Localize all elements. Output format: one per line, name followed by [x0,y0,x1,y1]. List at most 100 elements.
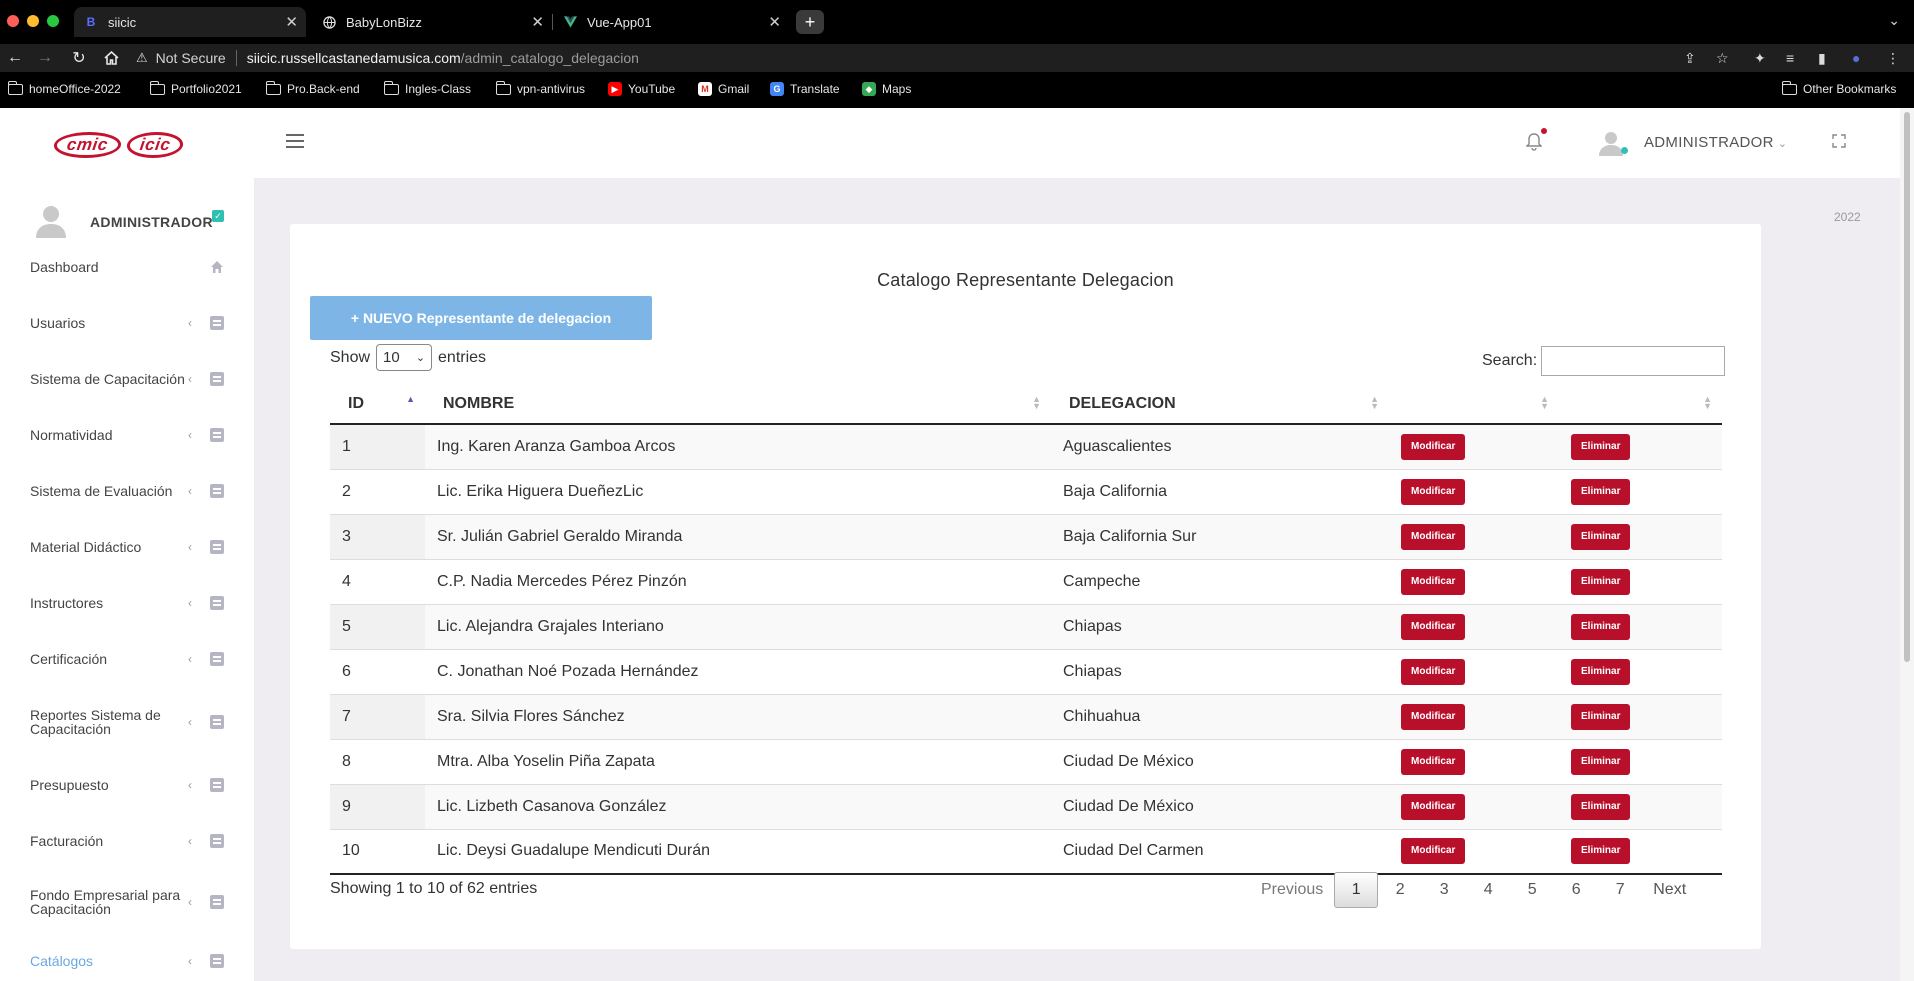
sidebar-item[interactable]: Dashboard [30,260,224,274]
star-icon[interactable]: ☆ [1716,50,1729,67]
extensions-icon[interactable]: ✦ [1754,50,1766,67]
fullscreen-icon[interactable] [1832,134,1846,148]
menu-icon[interactable]: ⋮ [1886,50,1900,67]
sidebar-item[interactable]: Instructores ‹ [30,596,224,610]
modify-button[interactable]: Modificar [1401,793,1466,820]
sidepanel-icon[interactable]: ▮ [1818,50,1826,67]
modify-button[interactable]: Modificar [1401,658,1466,685]
cmic-icic-logo[interactable]: cmic icic [52,132,185,158]
sidebar-item[interactable]: Presupuesto ‹ [30,778,224,792]
sidebar-item[interactable]: Sistema de Evaluación ‹ [30,484,224,498]
page-scrollbar[interactable] [1900,108,1914,981]
close-tab-icon[interactable]: ✕ [285,13,298,31]
modify-button[interactable]: Modificar [1401,838,1466,865]
modify-button[interactable]: Modificar [1401,703,1466,730]
bell-icon[interactable] [1526,132,1542,152]
close-tab-icon[interactable]: ✕ [531,13,544,31]
bookmark-translate[interactable]: G Translate [770,82,840,96]
list-icon [210,652,224,666]
cell-nombre: Lic. Deysi Guadalupe Mendicuti Durán [425,829,1051,875]
modify-button[interactable]: Modificar [1401,478,1466,505]
modify-button[interactable]: Modificar [1401,433,1466,460]
delete-button[interactable]: Eliminar [1571,478,1631,505]
tab-vue-app01[interactable]: Vue-App01 ✕ [553,7,789,37]
modify-button[interactable]: Modificar [1401,613,1466,640]
reload-icon[interactable]: ↻ [68,48,90,68]
column-header-delete[interactable]: ▲ ▼ [1559,384,1722,425]
zoom-window-icon[interactable] [47,15,59,27]
tab-siicic[interactable]: B siicic ✕ [74,7,306,37]
forward-icon[interactable]: → [34,48,56,68]
close-tab-icon[interactable]: ✕ [768,13,781,31]
delete-button[interactable]: Eliminar [1571,748,1631,775]
pagination-page[interactable]: 3 [1422,872,1466,908]
column-header-nombre[interactable]: NOMBRE ▲ ▼ [425,384,1051,425]
home-icon[interactable] [100,48,122,68]
sidebar-item[interactable]: Sistema de Capacitación ‹ [30,372,224,386]
minimize-window-icon[interactable] [27,15,39,27]
delete-button[interactable]: Eliminar [1571,433,1631,460]
delete-button[interactable]: Eliminar [1571,523,1631,550]
pagination-page[interactable]: 6 [1554,872,1598,908]
sidebar-item-label: Material Didáctico [30,539,142,555]
delete-button[interactable]: Eliminar [1571,703,1631,730]
bookmark-gmail[interactable]: M Gmail [698,82,749,96]
cell-id: 5 [330,604,425,650]
column-header-delegacion[interactable]: DELEGACION ▲ ▼ [1051,384,1389,425]
modify-button[interactable]: Modificar [1401,748,1466,775]
menu-toggle-icon[interactable] [286,134,304,148]
pagination-page[interactable]: 4 [1466,872,1510,908]
sidebar-item[interactable]: Fondo Empresarial para Capacitación ‹ [30,888,224,916]
sidebar-item[interactable]: Normatividad ‹ [30,428,224,442]
bookmark-maps[interactable]: ◆ Maps [862,82,911,96]
bookmark-vpn[interactable]: vpn-antivirus [495,80,585,96]
pagination-page[interactable]: 7 [1598,872,1642,908]
scrollbar-thumb[interactable] [1904,112,1910,662]
maps-icon: ◆ [862,82,876,96]
bookmark-pro-backend[interactable]: Pro.Back-end [265,80,360,96]
profile-icon[interactable]: ● [1852,50,1860,66]
delete-button[interactable]: Eliminar [1571,568,1631,595]
sidebar-item-label: Reportes Sistema de Capacitación [30,707,161,737]
representatives-table: ID ▲ NOMBRE ▲ ▼ DELEGACION ▲ ▼ ▲ ▼ ▲ ▼ 1 Ing. Ka… [330,384,1722,875]
sidebar-item[interactable]: Certificación ‹ [30,652,224,666]
chevron-left-icon: ‹ [188,652,192,666]
column-header-modify[interactable]: ▲ ▼ [1389,384,1559,425]
bookmark-youtube[interactable]: ▶ YouTube [608,82,675,96]
pagination-next[interactable]: Next [1642,872,1697,908]
delete-button[interactable]: Eliminar [1571,658,1631,685]
delete-button[interactable]: Eliminar [1571,793,1631,820]
search-input[interactable] [1541,346,1726,376]
delete-button[interactable]: Eliminar [1571,838,1631,865]
tab-search-icon[interactable]: ⌄ [1888,12,1900,29]
entries-select[interactable]: 10 ⌄ [376,344,433,371]
sidebar-item[interactable]: Usuarios ‹ [30,316,224,330]
back-icon[interactable]: ← [4,48,26,68]
pagination-page[interactable]: 5 [1510,872,1554,908]
share-icon[interactable]: ⇪ [1684,50,1696,67]
bookmark-ingles[interactable]: Ingles-Class [383,80,471,96]
address-bar[interactable]: ⚠ Not Secure siicic.russellcastanedamusi… [136,44,1706,72]
sidebar-item[interactable]: Material Didáctico ‹ [30,540,224,554]
column-header-id[interactable]: ID ▲ [330,384,425,425]
avatar[interactable] [1598,130,1624,156]
other-bookmarks[interactable]: Other Bookmarks [1781,80,1896,96]
media-icon[interactable]: ≡ [1786,50,1794,66]
new-representative-button[interactable]: + NUEVO Representante de delegacion [310,296,652,340]
delete-button[interactable]: Eliminar [1571,613,1631,640]
top-navbar: cmic icic ADMINISTRADOR ⌄ [0,108,1900,178]
tab-babylonbizz[interactable]: BabyLonBizz ✕ [312,7,552,37]
pagination-page[interactable]: 2 [1378,872,1422,908]
bookmark-portfolio[interactable]: Portfolio2021 [149,80,242,96]
user-menu[interactable]: ADMINISTRADOR ⌄ [1644,134,1787,151]
bookmark-homeoffice[interactable]: homeOffice-2022 [7,80,121,96]
sidebar-item[interactable]: Catálogos ‹ [30,954,224,968]
sidebar-item[interactable]: Reportes Sistema de Capacitación ‹ [30,708,224,736]
pagination-page[interactable]: 1 [1334,872,1379,908]
modify-button[interactable]: Modificar [1401,568,1466,595]
new-tab-button[interactable]: + [796,10,824,34]
close-window-icon[interactable] [7,15,19,27]
sidebar-item[interactable]: Facturación ‹ [30,834,224,848]
pagination-previous[interactable]: Previous [1250,872,1334,908]
modify-button[interactable]: Modificar [1401,523,1466,550]
